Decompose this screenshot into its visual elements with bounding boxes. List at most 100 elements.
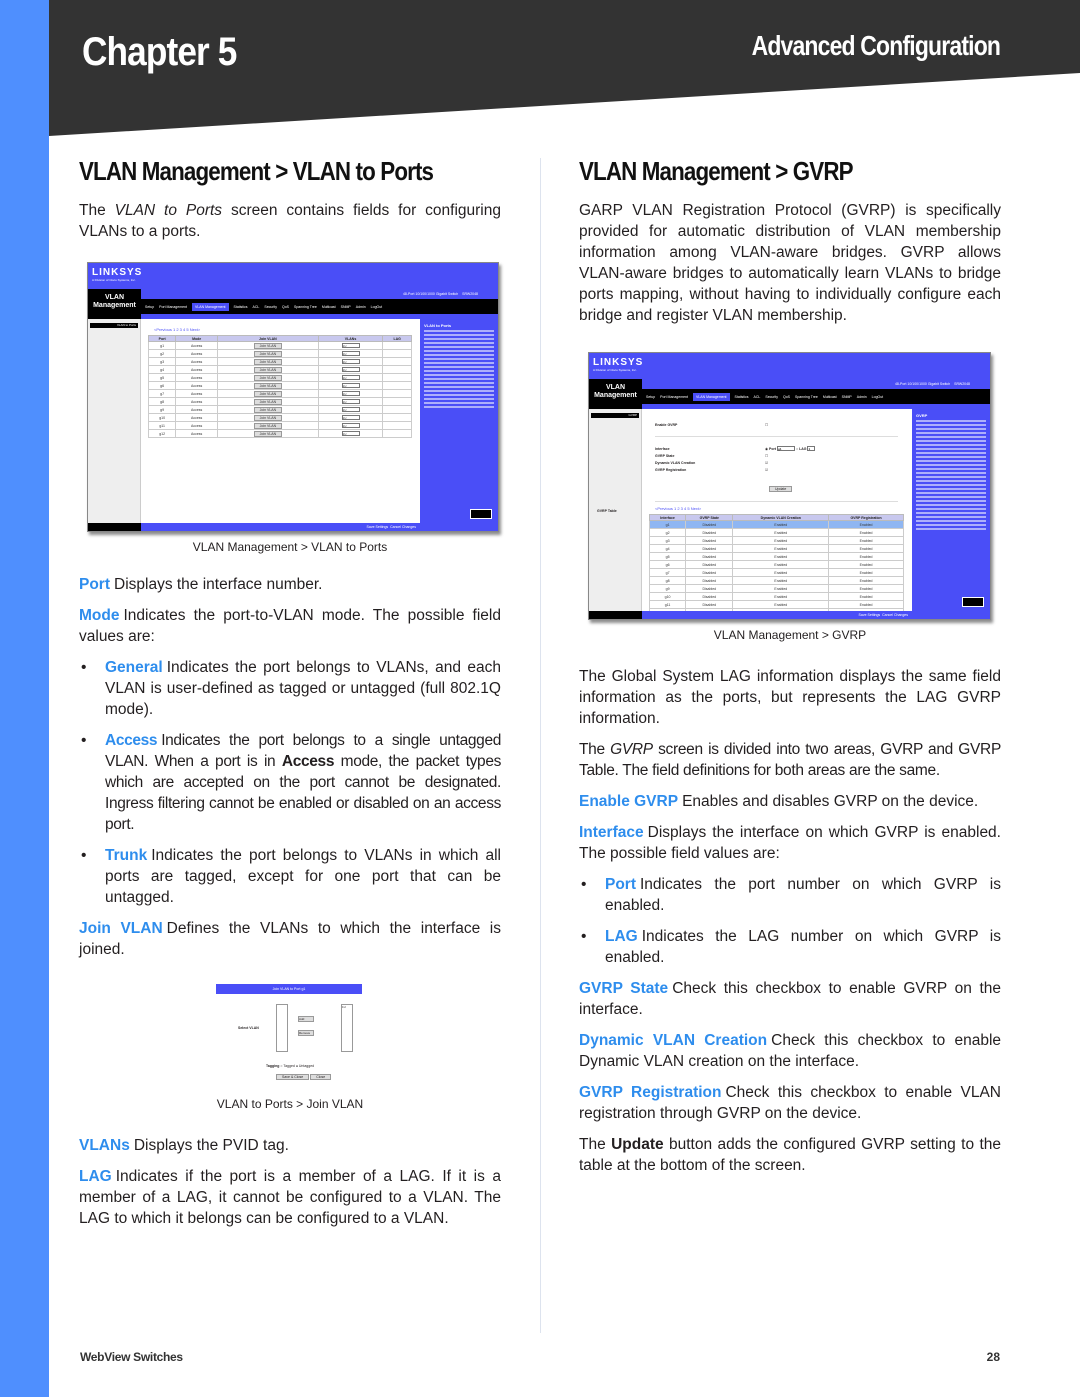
vlan-select: 1U — [341, 351, 360, 356]
screen-tab: Statistics — [233, 305, 248, 309]
right-column: VLAN Management > GVRP GARP VLAN Registr… — [579, 150, 1001, 1176]
screen-tab: LogOut — [871, 395, 884, 399]
list-item: TrunkIndicates the port belongs to VLANs… — [79, 845, 501, 908]
table-row: g10 Disabled Enabled Enabled — [648, 592, 904, 601]
table-row: g2 Disabled Enabled Enabled — [648, 528, 904, 537]
screen-tab: Admin — [856, 395, 867, 399]
join-vlan-definition: Join VLAN Defines the VLANs to which the … — [79, 920, 501, 958]
screen-tab: Multicast — [822, 395, 837, 399]
tagging-row: Tagging ○ Tagged ● Untagged — [266, 1064, 315, 1068]
screen-tab: SNMP — [340, 305, 351, 309]
screen-pager: <Previous 1 2 3 4 5 Next> — [154, 327, 201, 332]
add-button: Add — [298, 1016, 314, 1022]
join-vlan-button: Join VLAN — [253, 350, 283, 357]
table-row: g11 Access Join VLAN 1U — [147, 421, 412, 430]
table-row: g5 Access Join VLAN 1U — [147, 373, 412, 382]
screen-tab: LogOut — [370, 305, 383, 309]
vlan-to-ports-screenshot: LINKSYS A Division of Cisco Systems, Inc.… — [87, 262, 499, 532]
list-item: GeneralIndicates the port belongs to VLA… — [79, 657, 501, 720]
join-vlan-button: Join VLAN — [253, 390, 283, 397]
section-heading: VLAN Management > GVRP — [579, 156, 854, 186]
screen-tab: QoS — [282, 305, 290, 309]
table-row: g10 Access Join VLAN 1U — [147, 413, 412, 422]
mode-definition: Mode Indicates the port-to-VLAN mode. The… — [79, 607, 501, 645]
gvrp-table-label: GVRP Table — [597, 509, 617, 513]
dynamic-vlan-definition: Dynamic VLAN Creation Check this checkbox… — [579, 1032, 1002, 1070]
left-column: VLAN Management > VLAN to Ports The VLAN… — [79, 150, 501, 1229]
update-button: Update — [769, 486, 793, 492]
gvrp-screenshot: LINKSYS A Division of Cisco Systems, Inc.… — [588, 352, 991, 620]
footer-product: WebView Switches — [80, 1350, 183, 1364]
screen-tab: Setup — [646, 395, 656, 399]
vlan-select: 1U — [341, 431, 360, 436]
side-accent-bar — [0, 0, 49, 1397]
lag-definition: LAG Indicates if the port is a member of … — [79, 1168, 501, 1227]
screen-tab: Security — [264, 305, 278, 309]
page-number: 28 — [986, 1350, 1000, 1364]
cisco-logo — [962, 597, 984, 607]
chapter-title: Chapter 5 — [82, 30, 237, 74]
join-vlan-button: Join VLAN — [253, 398, 283, 405]
vlan-select: 1U — [341, 343, 360, 348]
join-vlan-button: Join VLAN — [253, 366, 283, 373]
figure-caption: VLAN Management > VLAN to Ports — [192, 540, 388, 554]
join-vlan-button: Join VLAN — [253, 382, 283, 389]
enable-gvrp-definition: Enable GVRP Enables and disables GVRP on … — [579, 793, 979, 810]
table-row: g4 Disabled Enabled Enabled — [648, 544, 904, 553]
linksys-logo: LINKSYS A Division of Cisco Systems, Inc. — [593, 357, 644, 372]
screen-tab: Multicast — [321, 305, 336, 309]
screen-tab: Statistics — [734, 395, 749, 399]
screen-menu-item: VLAN to Ports — [90, 323, 138, 328]
figure-caption: VLAN to Ports > Join VLAN — [216, 1097, 364, 1111]
screen-tab: Setup — [145, 305, 155, 309]
gvrp-registration-definition: GVRP Registration Check this checkbox to … — [579, 1084, 1001, 1122]
screen-tab: Spanning Tree — [795, 395, 818, 399]
join-vlan-button: Join VLAN — [253, 406, 283, 413]
table-row: g7 Access Join VLAN 1U — [147, 389, 412, 398]
dialog-buttons: Save & Close Close — [276, 1074, 332, 1080]
screen-areas-paragraph: The GVRP screen is divided into two area… — [579, 741, 1001, 779]
table-row: g12 Access Join VLAN 1U — [147, 429, 412, 438]
list-item: AccessIndicates the port belongs to a si… — [79, 730, 501, 835]
update-paragraph: The Update button adds the configured GV… — [579, 1136, 1001, 1174]
screen-footer: Save Settings Cancel Changes — [141, 523, 420, 531]
table-row: g9 Access Join VLAN 1U — [147, 405, 412, 414]
gvrp-table: Interface GVRP State Dynamic VLAN Creation… — [648, 514, 904, 617]
mode-values-list: GeneralIndicates the port belongs to VLA… — [79, 657, 501, 908]
table-row: g1 Disabled Enabled Enabled — [648, 520, 904, 529]
table-row: g3 Access Join VLAN 1U — [147, 357, 412, 366]
enable-gvrp-row: Enable GVRP ☐ — [655, 422, 769, 427]
table-row: g2 Access Join VLAN 1U — [147, 349, 412, 358]
list-item: PortIndicates the port number on which G… — [579, 874, 1001, 916]
vlan-ports-table: Port Mode Join VLAN VLANs LAG g1 Access Join V… — [147, 335, 412, 438]
column-divider — [540, 158, 541, 1333]
screen-footer: Save Settings Cancel Changes — [642, 611, 912, 619]
screen-tab: ACL — [753, 395, 761, 399]
screen-tabs: Setup Port Management VLAN Management Stati… — [141, 300, 498, 314]
join-vlan-button: Join VLAN — [253, 414, 283, 421]
screen-tab: VLAN Management — [692, 393, 730, 401]
screen-menu-item: GVRP — [591, 413, 639, 418]
section-title: Advanced Configuration — [751, 30, 1000, 61]
intro-paragraph: GARP VLAN Registration Protocol (GVRP) i… — [579, 202, 1001, 324]
vlan-select: 1U — [341, 415, 360, 420]
join-vlan-title: Join VLAN to Port g1 — [216, 984, 362, 994]
table-row: g8 Access Join VLAN 1U — [147, 397, 412, 406]
available-vlan-list — [276, 1004, 288, 1052]
screen-tab: SNMP — [841, 395, 852, 399]
interface-definition: Interface Displays the interface on which… — [579, 824, 1001, 862]
join-vlan-button: Join VLAN — [253, 358, 283, 365]
screen-tabs: Setup Port Management VLAN Management Stati… — [642, 390, 990, 404]
help-panel: VLAN to Ports — [420, 319, 498, 531]
screen-tab: QoS — [783, 395, 791, 399]
selected-vlan-list: 1U — [341, 1004, 353, 1052]
list-item: LAGIndicates the LAG number on which GVR… — [579, 926, 1001, 968]
vlan-select: 1U — [341, 407, 360, 412]
screen-section-title: VLAN Management — [589, 379, 642, 409]
lag-info-paragraph: The Global System LAG information displa… — [579, 668, 1001, 727]
vlan-select: 1U — [341, 423, 360, 428]
screen-pager: <Previous 1 2 3 4 5 Next> — [655, 506, 702, 511]
table-row: g9 Disabled Enabled Enabled — [648, 584, 904, 593]
gvrp-registration-row: GVRP Registration ☑ — [655, 467, 769, 472]
vlan-select: 1U — [341, 367, 360, 372]
